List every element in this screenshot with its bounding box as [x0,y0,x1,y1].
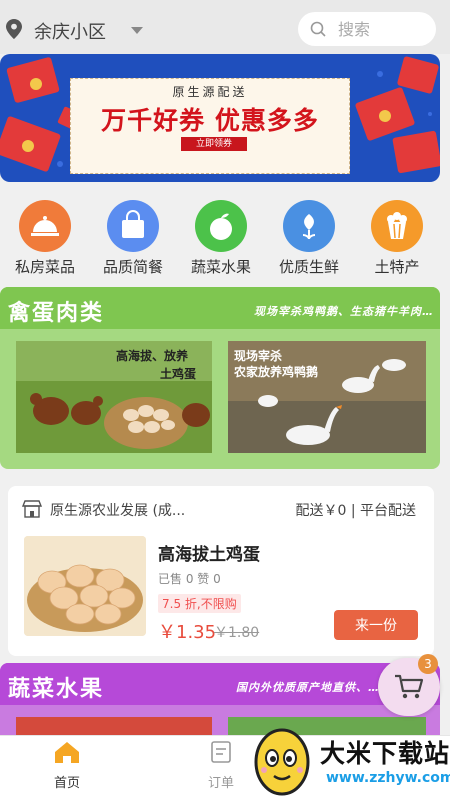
photo-caption: 农家放养鸡鸭鹅 [234,365,319,379]
orders-icon [211,741,231,763]
product-image[interactable] [24,536,146,636]
shop-name[interactable]: 原生源农业发展 (成... [50,500,185,520]
category-label: 优质生鲜 [278,258,339,276]
delivery-info: 配送￥0 | 平台配送 [295,503,416,519]
category-item[interactable]: 优质生鲜 [264,196,354,277]
shop-icon [22,500,42,518]
popcorn-icon [371,200,423,252]
banner-subtitle: 原生源配送 [172,85,248,99]
photo-free-range-eggs[interactable]: 高海拔、放养 土鸡蛋 [16,341,212,453]
buy-button[interactable]: 来一份 [334,610,418,640]
search-input[interactable] [338,18,428,40]
category-item[interactable]: 土特产 [352,196,442,277]
watermark-title: 大米下载站 [320,739,450,768]
product-card[interactable]: 原生源农业发展 (成... 配送￥0 | 平台配送 高海拔土鸡蛋 已售 0 赞 … [8,486,434,656]
photo-caption: 现场宰杀 [234,349,283,363]
photo-caption: 土鸡蛋 [160,367,197,381]
flower-icon [283,200,335,252]
category-item[interactable]: 私房菜品 [0,196,90,277]
cart-icon [395,674,424,699]
category-grid: 私房菜品 品质简餐 蔬菜水果 优质生鲜 土特产 [0,196,450,278]
category-item[interactable]: 蔬菜水果 [176,196,266,277]
tab-label: 首页 [53,776,80,791]
bag-icon [107,200,159,252]
tab-home[interactable]: 首页 [22,740,112,791]
section-poultry: 禽蛋肉类 现场宰杀鸡鸭鹅、生态猪牛羊肉… 高海拔、放养 土鸡蛋 现场宰杀 农家放… [0,287,440,469]
search-box[interactable] [298,12,436,46]
watermark-url: www.zzhyw.com [326,770,450,786]
section-title[interactable]: 蔬菜水果 [8,671,104,703]
coupon-ticket: 原生源配送 万千好券 优惠多多 立即领券 [70,78,350,174]
apple-icon [195,200,247,252]
location-pin-icon[interactable] [6,19,22,39]
section-slogan: 国内外优质原产地直供、… [236,681,380,694]
location-label[interactable]: 余庆小区 [34,18,106,44]
product-stats: 已售 0 赞 0 [158,572,221,586]
product-original-price: ￥1.80 [214,625,260,641]
section-title[interactable]: 禽蛋肉类 [8,295,104,327]
cart-count-badge: 3 [418,654,438,674]
category-label: 蔬菜水果 [190,258,251,276]
watermark-logo: 大米下载站 www.zzhyw.com [250,718,450,797]
search-icon [310,21,326,37]
category-label: 土特产 [374,258,420,276]
promo-banner[interactable]: 原生源配送 万千好券 优惠多多 立即领券 [0,54,440,182]
photo-caption: 高海拔、放养 [116,349,189,363]
mascot-icon [254,728,310,796]
top-header: 余庆小区 [0,0,450,54]
section-slogan: 现场宰杀鸡鸭鹅、生态猪牛羊肉… [254,305,434,318]
banner-headline: 万千好券 优惠多多 [101,106,319,135]
photo-farm-poultry[interactable]: 现场宰杀 农家放养鸡鸭鹅 [228,341,426,453]
claim-coupon-button[interactable]: 立即领券 [181,137,247,151]
product-title[interactable]: 高海拔土鸡蛋 [158,540,260,565]
category-item[interactable]: 品质简餐 [88,196,178,277]
chevron-down-icon[interactable] [131,27,143,34]
product-price: ￥1.35 [158,622,217,643]
home-icon [55,742,79,763]
cloche-icon [19,200,71,252]
category-label: 私房菜品 [14,258,75,276]
discount-badge: 7.5 折,不限购 [158,594,241,613]
category-label: 品质简餐 [102,258,163,276]
